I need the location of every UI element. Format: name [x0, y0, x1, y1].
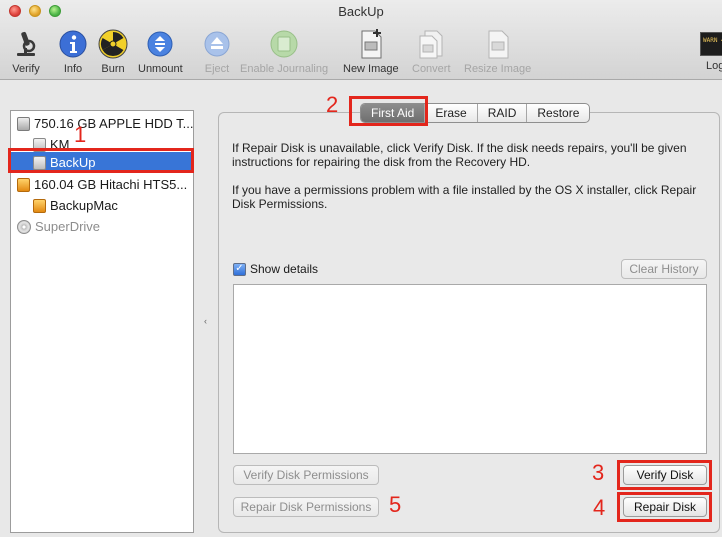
- info-icon: [57, 28, 89, 60]
- toolbar-burn-label: Burn: [101, 63, 125, 75]
- verify-disk-permissions-button[interactable]: Verify Disk Permissions: [233, 465, 379, 485]
- log-icon-text: WARN 4Y:7: [700, 32, 722, 56]
- window-toolbar: BackUp Verify Info Burn Unmount Eject En…: [0, 0, 722, 80]
- hard-disk-icon: [17, 116, 30, 131]
- toolbar-log-button[interactable]: WARN 4Y:7 Log: [700, 28, 722, 72]
- toolbar-unmount-label: Unmount: [138, 63, 183, 75]
- toolbar-info-button[interactable]: Info: [57, 28, 89, 75]
- toolbar-enable-journaling-label: Enable Journaling: [240, 63, 329, 75]
- toolbar-enable-journaling-button[interactable]: Enable Journaling: [240, 28, 328, 75]
- split-view-handle[interactable]: ‹: [204, 316, 207, 326]
- toolbar-unmount-button[interactable]: Unmount: [138, 28, 183, 75]
- first-aid-description-permissions: If you have a permissions problem with a…: [232, 183, 697, 211]
- toolbar-new-image-button[interactable]: New Image: [343, 28, 399, 75]
- tab-raid[interactable]: RAID: [478, 104, 528, 122]
- sidebar-item-label: SuperDrive: [35, 219, 101, 234]
- tab-restore[interactable]: Restore: [527, 104, 589, 122]
- toolbar-eject-label: Eject: [204, 63, 230, 75]
- show-details-checkbox[interactable]: ✓: [233, 262, 246, 276]
- show-details-control[interactable]: ✓ Show details: [233, 262, 318, 276]
- optical-drive-icon: [17, 219, 31, 234]
- annotation-label-5: 5: [389, 492, 402, 517]
- convert-icon: [415, 28, 447, 60]
- disk-sidebar[interactable]: 750.16 GB APPLE HDD T... KM BackUp 160.0…: [10, 110, 194, 533]
- toolbar-convert-button[interactable]: Convert: [412, 28, 451, 75]
- toolbar-resize-image-label: Resize Image: [464, 63, 532, 75]
- sidebar-item-label: 750.16 GB APPLE HDD T...: [34, 116, 193, 131]
- toolbar-log-label: Log: [706, 60, 722, 72]
- toolbar-verify-button[interactable]: Verify: [10, 28, 42, 75]
- external-volume-icon: [33, 198, 46, 213]
- sidebar-item-backupmac[interactable]: BackupMac: [11, 195, 193, 216]
- sidebar-item-hitachi[interactable]: 160.04 GB Hitachi HTS5...: [11, 174, 193, 195]
- annotation-box-3: [617, 460, 712, 490]
- annotation-label-4: 4: [593, 495, 606, 520]
- toolbar-burn-button[interactable]: Burn: [97, 28, 129, 75]
- annotation-box-2: [349, 96, 428, 126]
- annotation-box-4: [617, 492, 712, 522]
- sidebar-item-apple-hdd[interactable]: 750.16 GB APPLE HDD T...: [11, 113, 193, 134]
- tab-erase[interactable]: Erase: [425, 104, 478, 122]
- toolbar-eject-button[interactable]: Eject: [201, 28, 233, 75]
- external-disk-icon: [17, 177, 30, 192]
- unmount-icon: [144, 28, 176, 60]
- sidebar-item-superdrive[interactable]: SuperDrive: [11, 216, 193, 237]
- window-title: BackUp: [338, 4, 384, 19]
- repair-disk-permissions-button[interactable]: Repair Disk Permissions: [233, 497, 379, 517]
- annotation-label-2: 2: [326, 92, 339, 117]
- log-icon: WARN 4Y:7: [700, 28, 722, 60]
- first-aid-log-area[interactable]: [233, 284, 707, 454]
- sidebar-item-label: 160.04 GB Hitachi HTS5...: [34, 177, 188, 192]
- annotation-label-1: 1: [74, 122, 87, 147]
- annotation-label-3: 3: [592, 460, 605, 485]
- toolbar-verify-label: Verify: [12, 63, 40, 75]
- show-details-label: Show details: [250, 262, 319, 276]
- toolbar-info-label: Info: [63, 63, 83, 75]
- first-aid-description-repair: If Repair Disk is unavailable, click Ver…: [232, 141, 687, 169]
- clear-history-button[interactable]: Clear History: [621, 259, 707, 279]
- eject-icon: [201, 28, 233, 60]
- sidebar-item-label: BackupMac: [50, 198, 118, 213]
- toolbar-resize-image-button[interactable]: Resize Image: [464, 28, 531, 75]
- resize-image-icon: [482, 28, 514, 60]
- burn-radiation-icon: [97, 28, 129, 60]
- journaling-icon: [268, 28, 300, 60]
- microscope-icon: [10, 28, 42, 60]
- annotation-box-1: [8, 148, 194, 173]
- toolbar-new-image-label: New Image: [343, 63, 399, 75]
- new-image-icon: [355, 28, 387, 60]
- toolbar-convert-label: Convert: [412, 63, 451, 75]
